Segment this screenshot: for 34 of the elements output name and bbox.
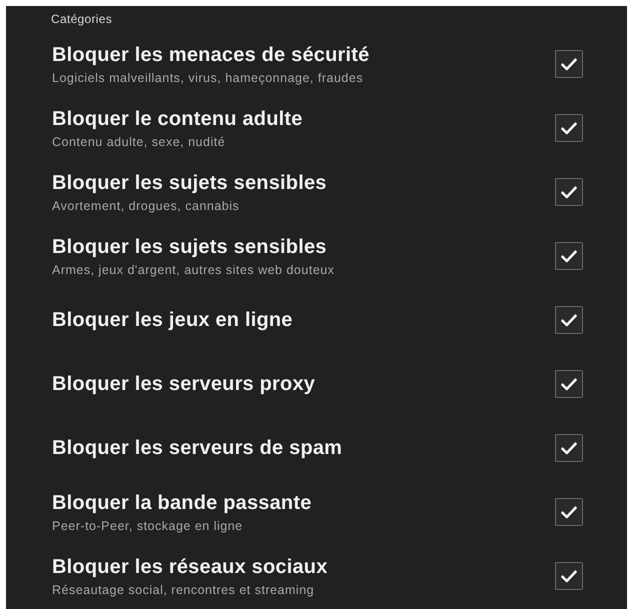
category-title: Bloquer les réseaux sociaux: [52, 554, 328, 580]
checkbox[interactable]: [555, 114, 583, 142]
checkbox[interactable]: [555, 50, 583, 78]
check-icon: [561, 186, 577, 198]
check-icon: [561, 378, 577, 390]
category-title: Bloquer les jeux en ligne: [52, 308, 293, 332]
check-icon: [561, 314, 577, 326]
category-title: Bloquer les sujets sensibles: [52, 234, 327, 260]
check-icon: [561, 250, 577, 262]
check-icon: [561, 570, 577, 582]
category-description: Réseautage social, rencontres et streaming: [52, 582, 314, 598]
checkbox[interactable]: [555, 178, 583, 206]
check-icon: [561, 442, 577, 454]
category-description: Contenu adulte, sexe, nudité: [52, 134, 226, 150]
category-title: Bloquer les menaces de sécurité: [52, 42, 370, 68]
category-title: Bloquer la bande passante: [52, 490, 312, 516]
checkbox[interactable]: [555, 562, 583, 590]
check-icon: [561, 506, 577, 518]
checkbox[interactable]: [555, 242, 583, 270]
checkbox[interactable]: [555, 434, 583, 462]
check-icon: [561, 122, 577, 134]
category-description: Peer-to-Peer, stockage en ligne: [52, 518, 243, 534]
category-description: Armes, jeux d'argent, autres sites web douteux: [52, 262, 334, 278]
check-icon: [561, 58, 577, 70]
category-description: Avortement, drogues, cannabis: [52, 198, 240, 214]
category-title: Bloquer le contenu adulte: [52, 106, 303, 132]
checkbox[interactable]: [555, 370, 583, 398]
category-title: Bloquer les serveurs de spam: [52, 436, 342, 460]
section-title: Catégories: [51, 11, 112, 28]
checkbox[interactable]: [555, 498, 583, 526]
category-title: Bloquer les sujets sensibles: [52, 170, 327, 196]
category-title: Bloquer les serveurs proxy: [52, 372, 316, 396]
category-description: Logiciels malveillants, virus, hameçonnage, fraudes: [52, 70, 364, 86]
checkbox[interactable]: [555, 306, 583, 334]
